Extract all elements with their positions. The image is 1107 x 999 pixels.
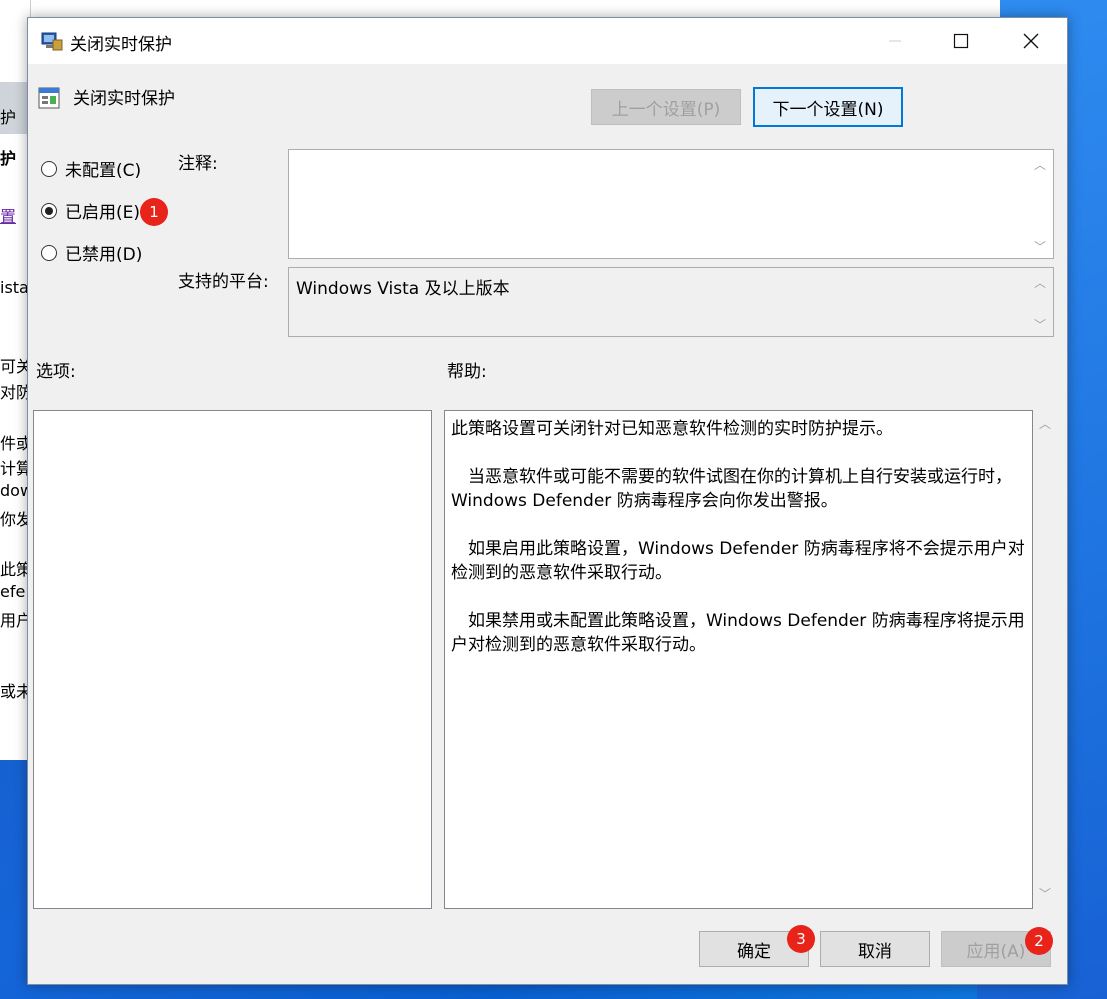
radio-enabled[interactable]: 已启用(E) [41,198,140,223]
annotation-badge-2: 2 [1025,927,1053,955]
policy-dialog: 关闭实时保护 关闭实时保护 上一个设置(P) 下一个设置(N) 未配置(C) 已… [27,17,1068,985]
help-text: 此策略设置可关闭针对已知恶意软件检测的实时防护提示。 当恶意软件或可能不需要的软… [451,417,1031,681]
annotation-badge-3: 3 [787,925,815,953]
radio-circle [41,160,57,177]
radio-disabled[interactable]: 已禁用(D) [41,240,142,265]
policy-setting-icon [38,87,60,109]
radio-circle [41,244,57,261]
help-paragraph: 此策略设置可关闭针对已知恶意软件检测的实时防护提示。 [451,419,893,439]
scroll-up-icon[interactable]: ︿ [1031,274,1049,292]
title-bar[interactable]: 关闭实时保护 [28,18,1067,64]
help-paragraph: 如果启用此策略设置，Windows Defender 防病毒程序将不会提示用户对… [451,539,1025,583]
help-label: 帮助: [447,362,487,382]
bg-text: ista [0,278,29,297]
help-scroll-up-icon[interactable]: ︿ [1036,415,1054,433]
scroll-up-icon[interactable]: ︿ [1031,156,1049,174]
radio-not-configured[interactable]: 未配置(C) [41,156,141,181]
radio-label: 已启用(E) [65,203,141,223]
radio-label: 未配置(C) [65,161,142,181]
next-setting-button[interactable]: 下一个设置(N) [753,87,903,127]
platform-field: Windows Vista 及以上版本 ︿ ﹀ [288,267,1054,337]
window-title: 关闭实时保护 [70,35,172,55]
previous-setting-button[interactable]: 上一个设置(P) [591,89,741,125]
cancel-button[interactable]: 取消 [820,931,930,967]
help-panel: 此策略设置可关闭针对已知恶意软件检测的实时防护提示。 当恶意软件或可能不需要的软… [444,410,1033,909]
policy-shield-icon [41,32,63,51]
help-paragraph: 当恶意软件或可能不需要的软件试图在你的计算机上自行安装或运行时，Windows … [451,467,1012,511]
comment-label: 注释: [178,154,218,174]
minimize-button[interactable] [872,18,918,64]
close-icon [1023,33,1039,49]
bg-link[interactable]: 置 [0,203,16,227]
platform-label: 支持的平台: [178,272,269,292]
scroll-down-icon[interactable]: ﹀ [1031,316,1049,334]
radio-label: 已禁用(D) [65,245,143,265]
maximize-icon [953,33,969,49]
minimize-icon [889,40,901,42]
setting-header-title: 关闭实时保护 [73,89,175,109]
radio-circle [41,202,57,219]
options-label: 选项: [36,362,76,382]
bg-text: 护 [0,149,17,168]
radio-selected-dot [45,206,53,215]
comment-textarea[interactable]: ︿ ﹀ [288,149,1054,259]
maximize-button[interactable] [938,18,984,64]
bg-text: efe [0,582,26,601]
bg-text: 护 [0,108,17,127]
options-panel [33,410,432,909]
platform-value: Windows Vista 及以上版本 [296,279,510,299]
help-scroll-down-icon[interactable]: ﹀ [1036,885,1054,903]
scroll-down-icon[interactable]: ﹀ [1031,238,1049,256]
close-button[interactable] [1008,18,1054,64]
help-paragraph: 如果禁用或未配置此策略设置，Windows Defender 防病毒程序将提示用… [451,611,1025,655]
annotation-badge-1: 1 [140,198,168,226]
